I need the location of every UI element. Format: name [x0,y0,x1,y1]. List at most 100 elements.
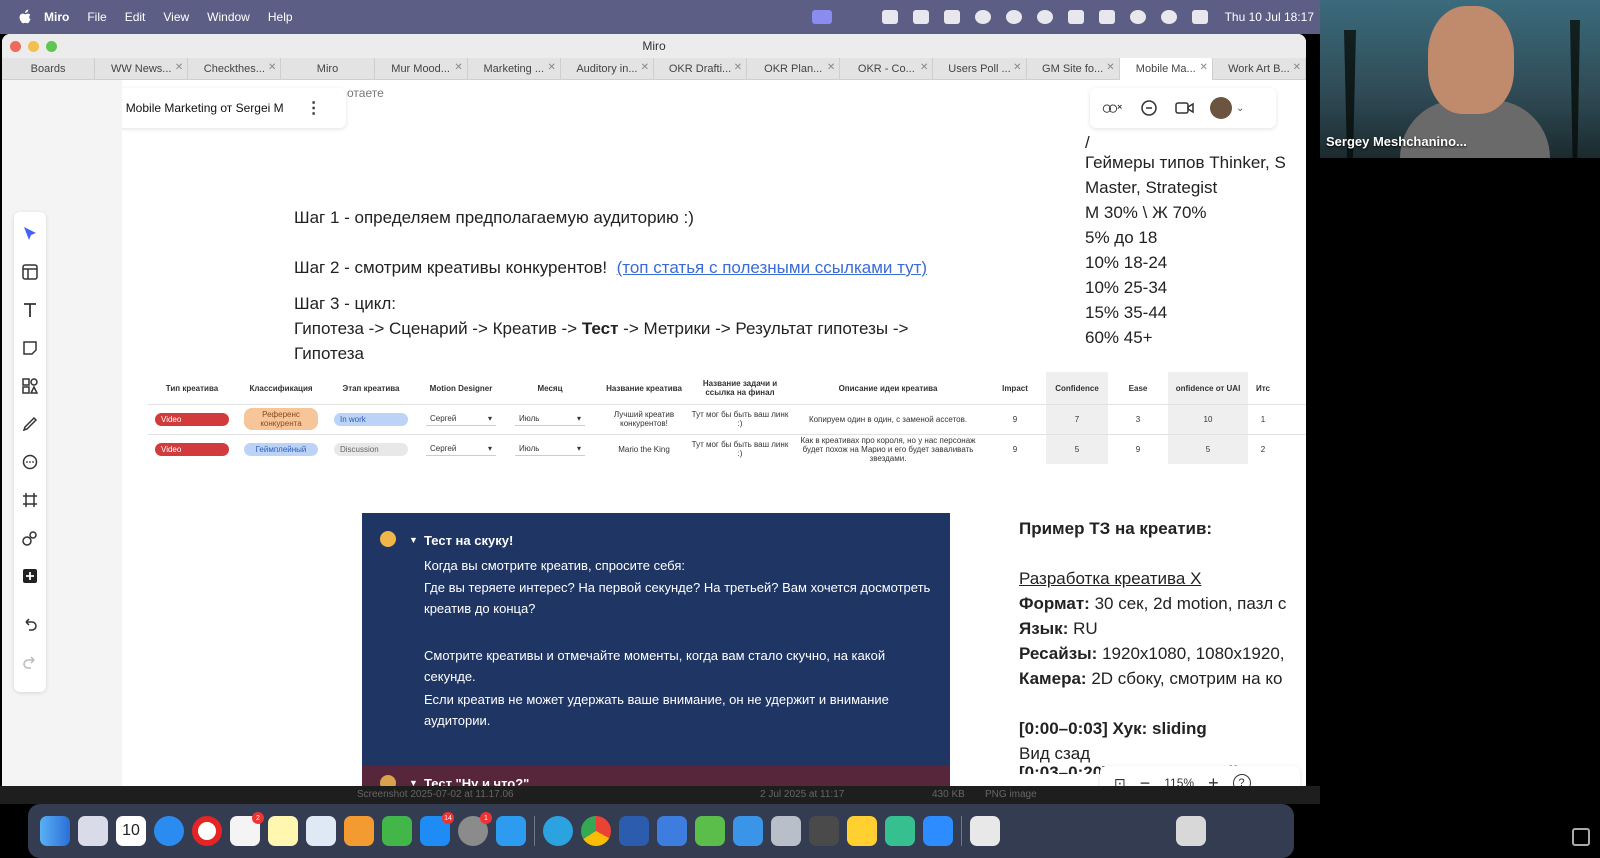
notes-icon[interactable] [268,816,298,846]
video-call-icon[interactable] [1174,97,1196,119]
menu-clock[interactable]: Thu 10 Jul 18:17 [1225,10,1314,24]
chevron-down-icon[interactable]: ⌄ [1236,103,1244,114]
tab-gm-site[interactable]: GM Site fo... ✕ [1027,58,1120,80]
menu-window[interactable]: Window [207,10,250,24]
table-row-1-confidence[interactable]: 7 [1046,406,1108,432]
finder-icon[interactable] [40,816,70,846]
redo-icon[interactable] [18,650,42,674]
close-tab-icon[interactable]: ✕ [547,62,555,73]
table-row-2-designer[interactable]: Сергей ▾ [416,436,506,462]
stage-pill[interactable]: Discussion [334,442,408,456]
pen-tool-icon[interactable] [18,412,42,436]
play-icon[interactable] [1036,10,1053,24]
table-row-1-link[interactable]: Тут мог бы быть ваш линк :) [690,406,790,432]
header-task-link[interactable]: Название задачи и ссылка на финал [690,372,790,404]
header-confidence-uai[interactable]: onfidence от UAI [1168,372,1248,404]
menu-view[interactable]: View [163,10,189,24]
battery-icon[interactable] [1098,10,1115,24]
close-window-button[interactable] [10,41,21,52]
tab-checkthes[interactable]: Checkthes... ✕ [188,58,282,80]
table-row-1-ease[interactable]: 3 [1108,406,1168,432]
comment-tool-icon[interactable] [18,450,42,474]
tab-okr-draft[interactable]: OKR Drafti... ✕ [654,58,748,80]
fit-screen-icon[interactable]: ⊡ [1114,775,1126,787]
table-row-2-total[interactable]: 2 [1248,436,1278,462]
zoom-out-button[interactable]: − [1140,773,1151,787]
tab-boards[interactable]: Boards [2,58,96,80]
apple-icon[interactable] [16,9,34,25]
reminders-icon[interactable]: 2 [230,812,264,846]
screenshot-icon[interactable] [771,816,801,846]
tab-mur-mood[interactable]: Mur Mood... ✕ [375,58,468,80]
trash-icon[interactable] [1176,816,1206,846]
table-row-2-stage[interactable]: Discussion [326,436,416,462]
close-tab-icon[interactable]: ✕ [1199,62,1207,73]
table-row-1-impact[interactable]: 9 [984,406,1046,432]
header-ease[interactable]: Ease [1108,372,1168,404]
templates-icon[interactable] [18,260,42,284]
type-pill[interactable]: Video [155,442,229,456]
table-row-1-stage[interactable]: In work [326,406,416,432]
wifi-icon[interactable] [1129,10,1146,24]
board-name[interactable]: Mobile Marketing от Sergei M [126,101,284,115]
month-select[interactable]: Июль ▾ [515,412,585,426]
designer-select[interactable]: Сергей ▾ [426,442,496,456]
opera-icon[interactable] [192,816,222,846]
more-options-icon[interactable]: ⋮ [306,98,322,118]
user-avatar[interactable] [1210,97,1232,119]
feather-icon[interactable] [885,816,915,846]
note-icon[interactable] [943,10,960,24]
table-row-2-confidence[interactable]: 5 [1046,436,1108,462]
telegram-icon[interactable] [543,816,573,846]
document-icon[interactable] [970,816,1000,846]
close-tab-icon[interactable]: ✕ [1013,62,1021,73]
header-creative-name[interactable]: Название креатива [598,372,690,404]
menu-edit[interactable]: Edit [125,10,146,24]
numbers-icon[interactable] [382,816,412,846]
clock-icon[interactable] [1005,10,1022,24]
table-row-2-desc[interactable]: Как в креативах про короля, но у нас пер… [794,436,982,463]
tab-ww-news[interactable]: WW News... ✕ [95,58,189,80]
collapse-caret-icon[interactable]: ▼ [409,778,418,786]
close-tab-icon[interactable]: ✕ [454,62,462,73]
header-stage[interactable]: Этап креатива [326,372,416,404]
table-row-1-type[interactable]: Video [148,406,236,432]
video-participant-tile[interactable]: Sergey Meshchanino... [1320,0,1600,158]
table-row-1-uai[interactable]: 10 [1168,406,1248,432]
tab-okr-plan[interactable]: OKR Plan... ✕ [747,58,841,80]
header-creative-type[interactable]: Тип креатива [148,372,236,404]
table-row-1-designer[interactable]: Сергей ▾ [416,406,506,432]
zoom-icon[interactable] [923,816,953,846]
close-tab-icon[interactable]: ✕ [641,62,649,73]
type-pill[interactable]: Video [155,412,229,426]
input-source-icon[interactable] [1067,10,1084,24]
table-row-2-type[interactable]: Video [148,436,236,462]
close-tab-icon[interactable]: ✕ [268,62,276,73]
screen-share-icon[interactable] [811,10,832,24]
chat-icon[interactable] [974,10,991,24]
app-store-icon[interactable]: 14 [420,812,454,846]
header-total[interactable]: Итс [1248,372,1278,404]
tab-work-art[interactable]: Work Art B... ✕ [1213,58,1306,80]
undo-icon[interactable] [18,612,42,636]
freeform-icon[interactable] [306,816,336,846]
so-what-test-card[interactable]: ▼ Тест "Ну и что?" [362,766,950,786]
close-tab-icon[interactable]: ✕ [920,62,928,73]
header-month[interactable]: Месяц [506,372,594,404]
header-idea-description[interactable]: Описание идеи креатива [794,372,982,404]
word-icon[interactable] [619,816,649,846]
stage-pill[interactable]: In work [334,412,408,426]
zoom-level[interactable]: 115% [1164,776,1194,786]
table-row-1-class[interactable]: Референс конкурента [236,406,326,432]
table-row-1-desc[interactable]: Копируем один в один, с заменой ассетов. [794,406,982,432]
launchpad-icon[interactable] [78,816,108,846]
header-impact[interactable]: Impact [984,372,1046,404]
table-row-2-impact[interactable]: 9 [984,436,1046,462]
screen-share-control-icon[interactable] [1572,828,1590,846]
keychain-icon[interactable] [657,816,687,846]
reactions-icon[interactable] [1102,97,1124,119]
table-row-1-name[interactable]: Лучший креатив конкурентов! [598,406,690,432]
tab-marketing[interactable]: Marketing ... ✕ [468,58,561,80]
calendar-icon[interactable]: 10 [116,816,146,846]
comments-icon[interactable] [1138,97,1160,119]
